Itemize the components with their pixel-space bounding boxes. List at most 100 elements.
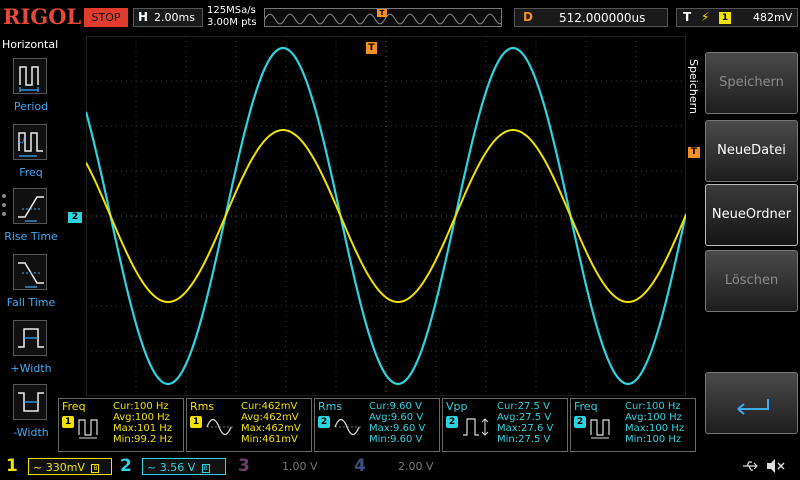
period-label: Period — [13, 100, 49, 113]
stat-current: Cur:27.5 V — [497, 401, 550, 412]
trigger-time-marker[interactable]: T — [366, 42, 377, 54]
measurement-stats: Cur:100 Hz Avg:100 Hz Max:100 Hz Min:100… — [625, 401, 684, 445]
channel-2-ground-marker[interactable]: 2 — [68, 212, 82, 223]
top-status-bar: RIGOL STOP H 2.00ms 125MSa/s 3.00M pts T… — [0, 0, 800, 36]
channel-3-status[interactable]: 3 1.00 V — [234, 455, 342, 477]
measurement-cell[interactable]: Vpp 2 Cur:27.5 V Avg:27.5 V Max:27.6 V M… — [442, 398, 568, 452]
stat-min: Min:9.60 V — [369, 434, 423, 445]
save-softkey[interactable]: Speichern — [705, 52, 798, 114]
measure-negative-width[interactable]: -Width — [0, 384, 62, 448]
stat-min: Min:27.5 V — [497, 434, 551, 445]
stat-current: Cur:100 Hz — [113, 401, 169, 412]
fall-time-icon — [13, 254, 47, 290]
trigger-settings[interactable]: T ⚡ 1 482mV — [676, 8, 798, 27]
stat-max: Max:101 Hz — [113, 423, 173, 434]
delete-softkey[interactable]: Löschen — [705, 250, 798, 312]
rms-glyph-icon — [334, 418, 363, 436]
stat-max: Max:9.60 V — [369, 423, 426, 434]
bandwidth-limit-icon: B — [91, 463, 100, 473]
measure-category-title: Horizontal — [2, 38, 59, 51]
channel-2-scale-value: 3.56 V — [159, 461, 196, 474]
positive-width-icon — [13, 320, 47, 356]
measurement-stats: Cur:27.5 V Avg:27.5 V Max:27.6 V Min:27.… — [497, 401, 553, 445]
channel-1-status[interactable]: 1 ~ 330mV B — [4, 455, 112, 477]
stat-max: Max:27.6 V — [497, 423, 554, 434]
enter-softkey[interactable] — [705, 372, 798, 434]
usb-icon — [740, 456, 760, 476]
measure-frequency[interactable]: 1/ Freq — [0, 124, 62, 188]
stat-min: Min:100 Hz — [625, 434, 682, 445]
stat-average: Avg:100 Hz — [625, 412, 682, 423]
measure-fall-time[interactable]: Fall Time — [0, 254, 62, 318]
measurement-cell[interactable]: Rms 2 Cur:9.60 V Avg:9.60 V Max:9.60 V M… — [314, 398, 440, 452]
trigger-level-marker[interactable]: T — [688, 147, 700, 158]
delay-value: 512.000000us — [559, 11, 646, 25]
measurement-results: Freq 1 Cur:100 Hz Avg:100 Hz Max:101 Hz … — [58, 398, 696, 452]
trigger-level-marker-label: T — [690, 147, 698, 157]
measure-rise-time[interactable]: Rise Time — [0, 188, 62, 252]
run-stop-status[interactable]: STOP — [84, 8, 128, 27]
stat-current: Cur:9.60 V — [369, 401, 422, 412]
frequency-glyph-icon — [590, 419, 610, 439]
save-menu-title: Speichern — [686, 59, 700, 114]
channel-2-scale: ~ 3.56 V B — [142, 458, 226, 475]
measurement-cell[interactable]: Freq 2 Cur:100 Hz Avg:100 Hz Max:100 Hz … — [570, 398, 696, 452]
measurement-cell[interactable]: Rms 1 Cur:462mV Avg:462mV Max:462mV Min:… — [186, 398, 312, 452]
trigger-position-bar[interactable]: T — [264, 8, 502, 27]
channel-2-status[interactable]: 2 ~ 3.56 V B — [118, 455, 226, 477]
channel-1-number: 1 — [6, 456, 18, 476]
rms-glyph-icon — [206, 418, 235, 436]
channel-badge: 1 — [62, 416, 74, 428]
positive-width-label: +Width — [10, 362, 52, 375]
measurement-name: Rms — [318, 400, 343, 413]
channel-status-bar: 1 ~ 330mV B 2 ~ 3.56 V B 3 1.00 V 4 2.00… — [0, 452, 800, 480]
vpp-glyph-icon — [463, 418, 489, 436]
stat-max: Max:100 Hz — [625, 423, 685, 434]
channel-4-scale: 2.00 V — [398, 460, 434, 473]
measurement-stats: Cur:462mV Avg:462mV Max:462mV Min:461mV — [241, 401, 301, 445]
delay-label: D — [523, 10, 533, 24]
trigger-position-marker: T — [377, 9, 387, 17]
channel-4-number: 4 — [354, 456, 366, 476]
trigger-label: T — [683, 10, 692, 24]
negative-width-icon — [13, 384, 47, 420]
brand-logo: RIGOL — [3, 4, 82, 29]
frequency-label: Freq — [19, 166, 43, 179]
trigger-level-value: 482mV — [753, 11, 793, 24]
new-file-softkey[interactable]: NeueDatei — [705, 120, 798, 182]
enter-arrow-icon — [737, 399, 769, 415]
channel-1-scale-value: 330mV — [45, 461, 85, 474]
bandwidth-limit-icon: B — [201, 463, 210, 473]
measurement-stats: Cur:9.60 V Avg:9.60 V Max:9.60 V Min:9.6… — [369, 401, 425, 445]
horizontal-timebase[interactable]: H 2.00ms — [133, 8, 203, 27]
measurement-cell[interactable]: Freq 1 Cur:100 Hz Avg:100 Hz Max:101 Hz … — [58, 398, 184, 452]
stat-average: Avg:27.5 V — [497, 412, 552, 423]
stat-current: Cur:100 Hz — [625, 401, 681, 412]
rise-time-icon — [13, 188, 47, 224]
memory-depth: 3.00M pts — [207, 17, 257, 28]
new-folder-softkey[interactable]: NeueOrdner — [705, 184, 798, 246]
stat-min: Min:99.2 Hz — [113, 434, 173, 445]
channel-badge: 1 — [190, 416, 202, 428]
measure-positive-width[interactable]: +Width — [0, 320, 62, 384]
measure-menu: Horizontal Period 1/ Freq Rise Time Fall… — [0, 36, 60, 450]
period-icon — [13, 58, 47, 94]
channel-2-number: 2 — [120, 456, 132, 476]
frequency-glyph-icon — [78, 419, 98, 439]
rising-edge-icon: ⚡ — [701, 10, 710, 24]
channel-1-scale: ~ 330mV B — [28, 458, 112, 475]
measurement-stats: Cur:100 Hz Avg:100 Hz Max:101 Hz Min:99.… — [113, 401, 172, 445]
sample-rate: 125MSa/s — [207, 5, 256, 16]
stat-average: Avg:462mV — [241, 412, 299, 423]
horizontal-label: H — [138, 10, 149, 24]
measurement-name: Vpp — [446, 400, 468, 413]
horizontal-delay[interactable]: D 512.000000us — [514, 8, 668, 27]
timebase-value: 2.00ms — [154, 11, 195, 24]
channel-badge: 2 — [574, 416, 586, 428]
fall-time-label: Fall Time — [6, 296, 56, 309]
speaker-muted-icon[interactable] — [764, 456, 786, 476]
waveform-display[interactable] — [86, 36, 686, 396]
measure-period[interactable]: Period — [0, 58, 62, 122]
channel-2-marker-label: 2 — [71, 212, 79, 222]
channel-4-status[interactable]: 4 2.00 V — [350, 455, 458, 477]
